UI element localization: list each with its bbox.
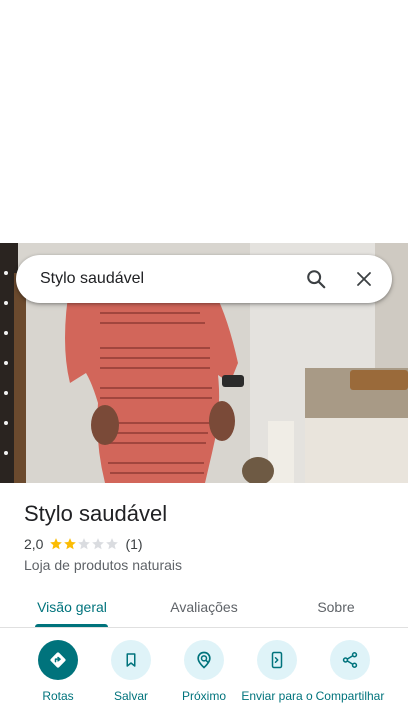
send-to-phone-button[interactable]: Enviar para o bbox=[239, 640, 315, 703]
save-button[interactable]: Salvar bbox=[93, 640, 169, 703]
place-title: Stylo saudável bbox=[24, 501, 168, 526]
action-buttons: Rotas Salvar Próximo Enviar para o Compa… bbox=[0, 640, 408, 726]
share-label: Compartilhar bbox=[315, 689, 385, 703]
tab-about[interactable]: Sobre bbox=[284, 586, 388, 628]
review-count: (1) bbox=[125, 536, 143, 552]
star-filled-icon bbox=[50, 538, 63, 550]
directions-icon bbox=[38, 640, 78, 680]
send-to-phone-label: Enviar para o bbox=[241, 689, 313, 703]
search-query[interactable]: Stylo saudável bbox=[40, 270, 292, 288]
share-button[interactable]: Compartilhar bbox=[312, 640, 388, 703]
tab-bar: Visão geral Avaliações Sobre bbox=[0, 586, 408, 628]
search-bar[interactable]: Stylo saudável bbox=[16, 255, 392, 303]
tab-overview[interactable]: Visão geral bbox=[20, 586, 124, 628]
star-empty-icon bbox=[106, 538, 119, 550]
send-to-phone-icon bbox=[257, 640, 297, 680]
rating-stars bbox=[49, 537, 119, 551]
share-icon bbox=[330, 640, 370, 680]
rating-value: 2,0 bbox=[24, 536, 44, 552]
nearby-button[interactable]: Próximo bbox=[166, 640, 242, 703]
star-empty-icon bbox=[92, 538, 105, 550]
directions-button[interactable]: Rotas bbox=[20, 640, 96, 703]
search-icon[interactable] bbox=[292, 255, 340, 303]
map-area bbox=[0, 0, 408, 243]
bookmark-icon bbox=[111, 640, 151, 680]
directions-label: Rotas bbox=[42, 689, 74, 703]
tab-reviews[interactable]: Avaliações bbox=[152, 586, 256, 628]
place-category[interactable]: Loja de produtos naturais bbox=[24, 557, 182, 573]
active-tab-indicator bbox=[35, 624, 108, 627]
nearby-label: Próximo bbox=[181, 689, 226, 703]
nearby-icon bbox=[184, 640, 224, 680]
rating-row[interactable]: 2,0 (1) bbox=[24, 536, 143, 552]
star-empty-icon bbox=[78, 538, 91, 550]
close-icon[interactable] bbox=[340, 255, 388, 303]
star-filled-icon bbox=[64, 538, 77, 550]
save-label: Salvar bbox=[113, 689, 148, 703]
